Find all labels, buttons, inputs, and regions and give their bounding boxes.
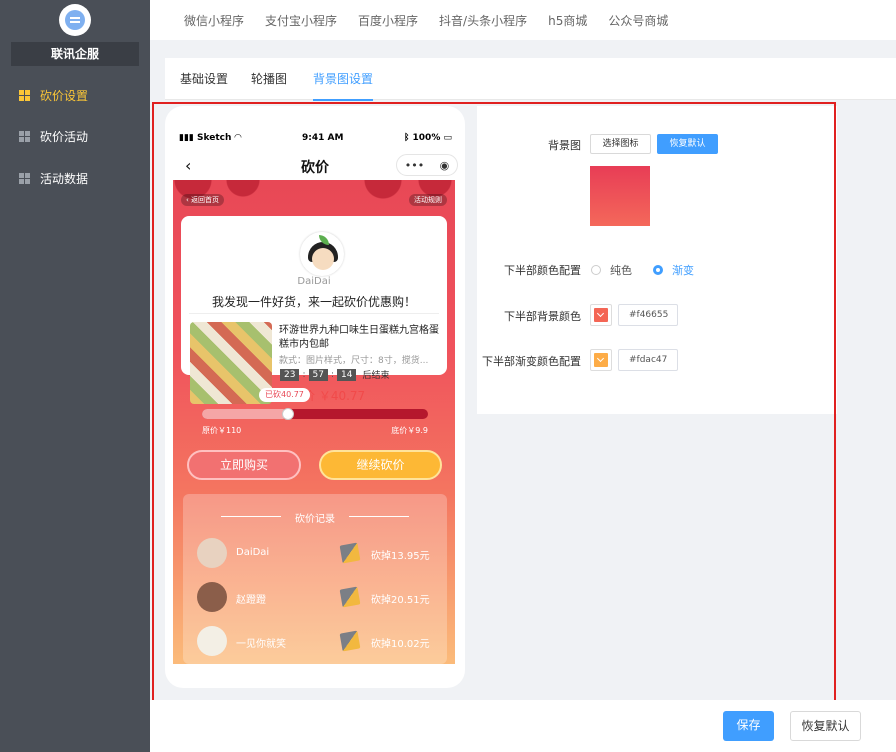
background-settings-panel: 背景图 选择图标 恢复默认 下半部颜色配置 纯色 渐变 下半部背景颜色 #f46… (477, 106, 837, 414)
countdown: 23: 57: 14 后结束 (279, 368, 389, 381)
chevron-down-icon (594, 353, 608, 367)
original-price: 原价￥110 (202, 426, 242, 435)
list-item: 赵蹬蹬 砍掉20.51元 (197, 582, 437, 612)
phone-header: ‹ 砍价 ••• ◉ (173, 154, 458, 180)
record-cut: 砍掉20.51元 (371, 595, 430, 606)
choose-icon-button[interactable]: 选择图标 (590, 134, 651, 154)
record-name: 赵蹬蹬 (236, 595, 266, 606)
logo-icon (65, 10, 85, 30)
avatar (300, 232, 344, 276)
sidebar-item-activity-data[interactable]: 活动数据 (0, 158, 150, 198)
tab-carousel[interactable]: 轮播图 (251, 70, 287, 99)
sidebar-item-label: 砍价设置 (40, 88, 89, 103)
lower-color-config-label: 下半部颜色配置 (504, 264, 581, 277)
progress-knob (281, 408, 294, 420)
avatar (197, 626, 227, 656)
preview-screen: ‹ 返回首页 活动规则 DaiDai 我发现一件好货，来一起砍价优惠购！ 环游世… (173, 180, 455, 664)
carrier: ▮▮▮ Sketch ◠ (179, 133, 242, 143)
rules-link[interactable]: 活动规则 (409, 194, 447, 206)
radio-dot[interactable] (591, 265, 601, 275)
floor-price: 底价￥9.9 (391, 426, 428, 435)
avatar (197, 582, 227, 612)
status-bar: ▮▮▮ Sketch ◠ 9:41 AM ᛒ 100% ▭ (179, 133, 452, 143)
grid-icon (19, 130, 30, 142)
goods-name: 环游世界九种口味生日蛋糕九宫格蛋糕市内包邮 (279, 325, 439, 350)
gradient-color-picker[interactable] (590, 349, 612, 371)
radio-dot[interactable] (653, 265, 663, 275)
settings-tabs: 基础设置 轮播图 背景图设置 (165, 58, 896, 101)
brand-name: 联讯企服 (11, 42, 139, 66)
battery-icon: ▭ (443, 133, 452, 143)
record-cut: 砍掉13.95元 (371, 551, 430, 562)
logo (59, 4, 91, 36)
sidebar-item-label: 砍价活动 (40, 129, 89, 144)
tab-baidu-miniapp[interactable]: 百度小程序 (358, 12, 418, 29)
close-circle-icon[interactable]: ◉ (440, 159, 450, 172)
bg-image-label: 背景图 (548, 139, 581, 152)
phone-preview: ▮▮▮ Sketch ◠ 9:41 AM ᛒ 100% ▭ ‹ 砍价 ••• ◉… (165, 106, 465, 688)
countdown-hours: 23 (280, 368, 300, 381)
bargain-records: 砍价记录 DaiDai 砍掉13.95元 赵蹬蹬 砍掉20.51元 一见你就笑 … (183, 494, 447, 664)
sidebar: 联讯企服 砍价设置 砍价活动 活动数据 (0, 0, 150, 752)
radio-solid[interactable]: 纯色 (591, 262, 632, 278)
radio-gradient-label: 渐变 (672, 264, 694, 277)
restore-default-bg-button[interactable]: 恢复默认 (657, 134, 718, 154)
bluetooth-icon: ᛒ (403, 133, 410, 143)
tab-alipay-miniapp[interactable]: 支付宝小程序 (265, 12, 337, 29)
slogan: 我发现一件好货，来一起砍价优惠购！ (211, 295, 416, 309)
countdown-seconds: 14 (337, 368, 357, 381)
grid-icon (19, 172, 30, 184)
save-button[interactable]: 保存 (723, 711, 774, 741)
divider (189, 313, 439, 314)
bg-image-preview[interactable] (590, 166, 650, 226)
tab-official-account-mall[interactable]: 公众号商城 (608, 12, 668, 29)
status-time: 9:41 AM (301, 133, 344, 143)
radio-gradient[interactable]: 渐变 (653, 262, 694, 278)
record-name: 一见你就笑 (236, 639, 286, 650)
username: DaiDai (297, 276, 331, 287)
continue-bargain-button[interactable]: 继续砍价 (319, 450, 442, 480)
tab-wechat-miniapp[interactable]: 微信小程序 (184, 12, 244, 29)
battery: ᛒ 100% ▭ (403, 133, 452, 143)
wifi-icon: ◠ (234, 133, 242, 143)
restore-default-button[interactable]: 恢复默认 (790, 711, 861, 741)
lower-gradient-label: 下半部渐变颜色配置 (482, 355, 581, 368)
progress-fill (202, 409, 288, 419)
miniapp-capsule[interactable]: ••• ◉ (396, 154, 458, 176)
footer-actions: 保存 恢复默认 (150, 700, 896, 752)
avatar (197, 538, 227, 568)
sidebar-item-label: 活动数据 (40, 171, 89, 186)
sidebar-item-bargain-activity[interactable]: 砍价活动 (0, 116, 150, 156)
tab-background-settings[interactable]: 背景图设置 (313, 70, 374, 101)
goods-card: DaiDai 我发现一件好货，来一起砍价优惠购！ 环游世界九种口味生日蛋糕九宫格… (181, 216, 447, 404)
tab-h5-mall[interactable]: h5商城 (548, 12, 587, 29)
bg-color-picker[interactable] (590, 304, 612, 326)
chevron-down-icon (594, 308, 608, 322)
gradient-color-input[interactable]: #fdac47 (618, 349, 678, 371)
bg-color-input[interactable]: #f46655 (618, 304, 678, 326)
grid-icon (19, 89, 30, 101)
tab-basic-settings[interactable]: 基础设置 (180, 70, 228, 99)
axe-icon (339, 586, 361, 608)
goods-spec: 款式：图片样式，尺寸：8寸，搅货... (279, 356, 429, 366)
records-title: 砍价记录 (183, 510, 447, 525)
sidebar-item-bargain-settings[interactable]: 砍价设置 (0, 75, 150, 115)
platform-tabs: 微信小程序 支付宝小程序 百度小程序 抖音/头条小程序 h5商城 公众号商城 (150, 0, 896, 40)
buy-now-button[interactable]: 立即购买 (187, 450, 301, 480)
axe-icon (339, 542, 361, 564)
radio-solid-label: 纯色 (610, 264, 632, 277)
axe-icon (339, 630, 361, 652)
back-home-link[interactable]: ‹ 返回首页 (181, 194, 225, 206)
record-name: DaiDai (236, 547, 270, 558)
more-icon[interactable]: ••• (405, 159, 424, 172)
list-item: 一见你就笑 砍掉10.02元 (197, 626, 437, 656)
progress-bar (202, 408, 428, 420)
record-cut: 砍掉10.02元 (371, 639, 430, 650)
tab-douyin-miniapp[interactable]: 抖音/头条小程序 (439, 12, 527, 29)
cut-amount-badge: 已砍40.77 (259, 388, 310, 402)
countdown-minutes: 57 (308, 368, 328, 381)
lower-bg-color-label: 下半部背景颜色 (504, 310, 581, 323)
countdown-suffix: 后结束 (362, 371, 390, 381)
list-item: DaiDai 砍掉13.95元 (197, 538, 437, 568)
